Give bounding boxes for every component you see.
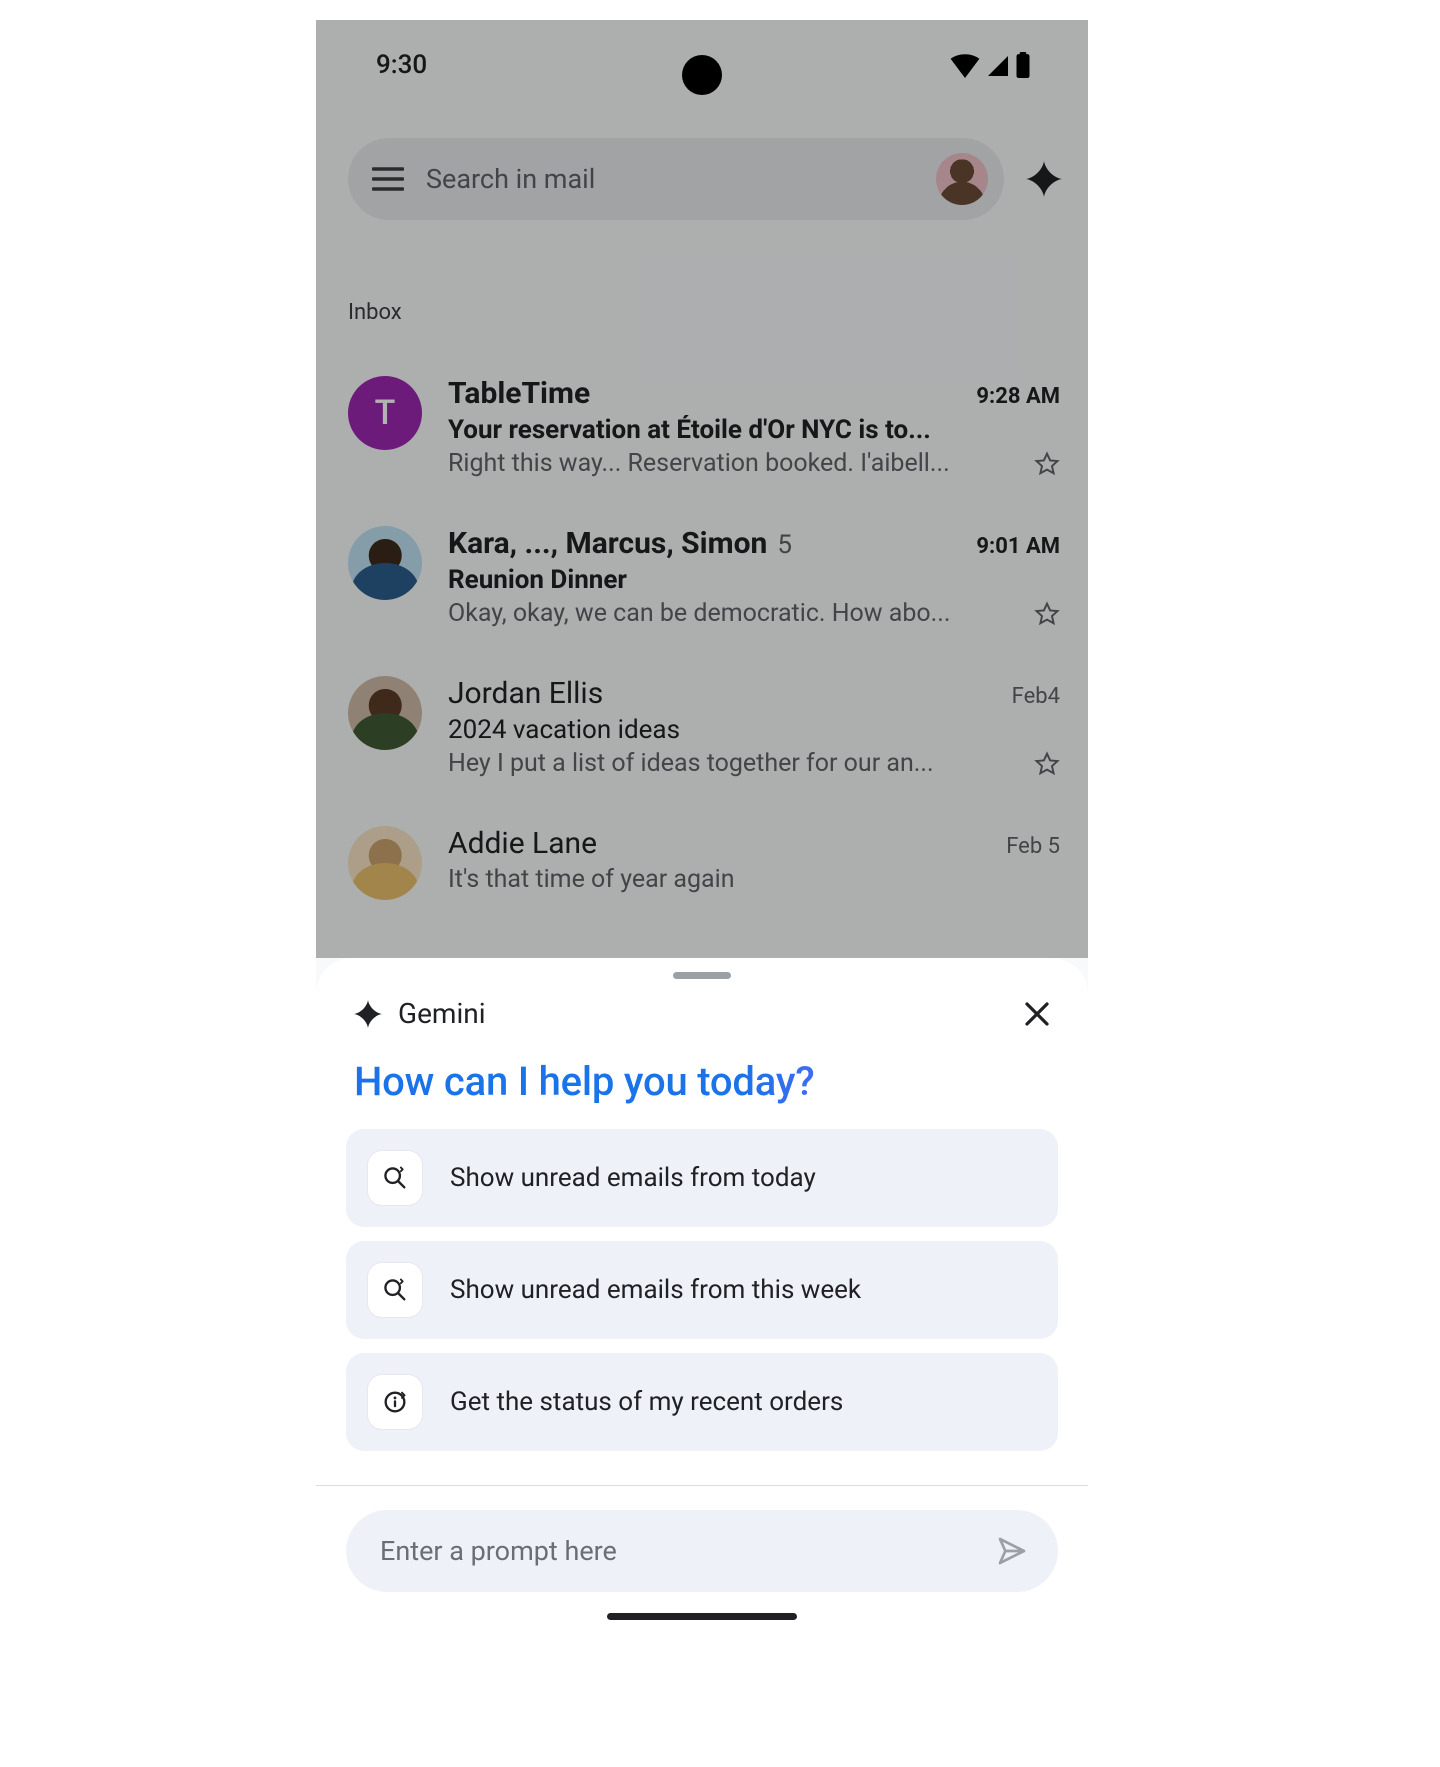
search-refresh-icon [368,1263,422,1317]
status-bar: 9:30 [316,20,1088,110]
gemini-sparkle-icon [354,1000,382,1028]
email-time: 9:28 AM [976,384,1060,409]
sender-name: Jordan Ellis [448,676,603,711]
sender-name: Addie Lane [448,826,597,861]
search-refresh-icon [368,1151,422,1205]
gemini-greeting: How can I help you today? [316,1030,1088,1127]
sender-avatar[interactable]: T [348,376,422,450]
suggestion-label: Show unread emails from today [450,1163,816,1193]
suggestion-chip[interactable]: Show unread emails from today [346,1129,1058,1227]
search-placeholder: Search in mail [426,163,914,195]
menu-icon[interactable] [372,167,404,191]
email-subject: 2024 vacation ideas [448,715,1060,745]
gemini-sparkle-button[interactable] [1024,159,1064,199]
navigation-handle[interactable] [607,1613,797,1620]
send-button[interactable] [996,1535,1028,1567]
email-time: 9:01 AM [976,534,1060,559]
suggestion-chip[interactable]: Get the status of my recent orders [346,1353,1058,1451]
email-list: T TableTime 9:28 AM Your reservation at … [316,358,1088,960]
search-row: Search in mail [348,138,1064,220]
info-refresh-icon [368,1375,422,1429]
star-icon[interactable] [1034,751,1060,777]
status-time: 9:30 [376,50,427,80]
email-time: Feb 5 [1006,834,1060,859]
signal-icon [986,54,1010,78]
wifi-icon [950,54,980,78]
email-snippet: Okay, okay, we can be democratic. How ab… [448,599,1020,628]
profile-avatar[interactable] [936,153,988,205]
email-subject: Reunion Dinner [448,565,1060,595]
suggestion-chip[interactable]: Show unread emails from this week [346,1241,1058,1339]
suggestion-label: Show unread emails from this week [450,1275,861,1305]
search-pill[interactable]: Search in mail [348,138,1004,220]
star-icon[interactable] [1034,601,1060,627]
sender-name: TableTime [448,376,590,411]
sender-avatar[interactable] [348,526,422,600]
section-label: Inbox [348,300,402,325]
battery-icon [1016,52,1030,78]
close-button[interactable] [1022,999,1052,1029]
prompt-input[interactable]: Enter a prompt here [346,1510,1058,1592]
email-snippet: Right this way... Reservation booked. I'… [448,449,1020,478]
email-item[interactable]: Kara, ..., Marcus, Simon5 9:01 AM Reunio… [316,508,1088,658]
suggestion-list: Show unread emails from today Show unrea… [316,1129,1088,1451]
email-snippet: Hey I put a list of ideas together for o… [448,749,1020,778]
email-item[interactable]: Jordan Ellis Feb4 2024 vacation ideas He… [316,658,1088,808]
prompt-placeholder: Enter a prompt here [380,1535,617,1567]
star-icon[interactable] [1034,451,1060,477]
phone-frame: 9:30 Search in mail Inbox T TableTime [316,20,1088,1634]
camera-cutout [682,55,722,95]
sender-avatar[interactable] [348,676,422,750]
drag-handle[interactable] [673,972,731,979]
sender-avatar[interactable] [348,826,422,900]
sheet-title: Gemini [354,997,486,1030]
email-item[interactable]: Addie Lane Feb 5 It's that time of year … [316,808,1088,960]
email-time: Feb4 [1012,684,1060,709]
divider [316,1485,1088,1486]
sender-name: Kara, ..., Marcus, Simon5 [448,526,792,561]
gemini-bottom-sheet: Gemini How can I help you today? Show un… [316,958,1088,1634]
email-snippet: It's that time of year again [448,865,1060,894]
suggestion-label: Get the status of my recent orders [450,1387,843,1417]
status-icons [950,52,1030,78]
email-item[interactable]: T TableTime 9:28 AM Your reservation at … [316,358,1088,508]
email-subject: Your reservation at Étoile d'Or NYC is t… [448,415,1060,445]
